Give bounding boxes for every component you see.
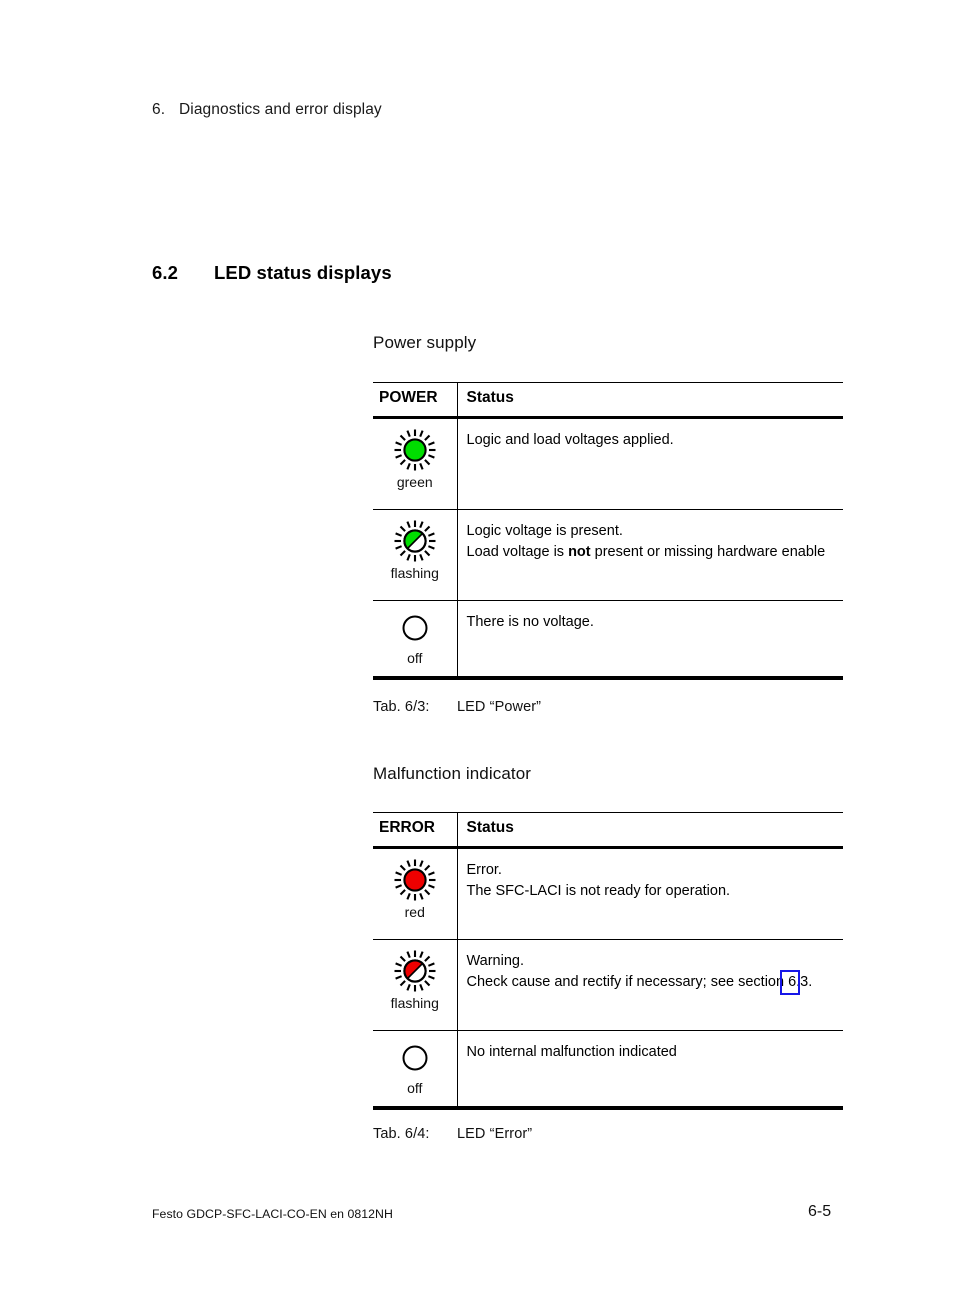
led-indicator: flashing	[373, 510, 457, 600]
status-text-emphasis: not	[568, 543, 591, 560]
table-caption-power: Tab. 6/3: LED “Power”	[373, 699, 541, 715]
led-flashing-red-icon	[394, 950, 436, 992]
table-row: off No internal malfunction indicated	[373, 1030, 843, 1110]
led-indicator: off	[373, 601, 457, 676]
status-line: No internal malfunction indicated	[466, 1044, 677, 1060]
led-indicator-cell: flashing	[373, 939, 458, 1031]
led-lit-red-icon	[394, 859, 436, 901]
column-header-status: Status	[457, 812, 843, 849]
table-row: red Error. The SFC-LACI is not ready for…	[373, 847, 843, 940]
caption-number: Tab. 6/4:	[373, 1126, 430, 1142]
section-title: LED status displays	[214, 262, 392, 283]
led-indicator: off	[373, 1031, 457, 1106]
led-indicator-cell: green	[373, 417, 458, 510]
led-indicator-cell: off	[373, 600, 458, 680]
caption-number: Tab. 6/3:	[373, 699, 430, 715]
status-line: Load voltage is not present or missing h…	[467, 542, 836, 563]
led-state-label: off	[407, 1080, 423, 1096]
running-head-number: 6.	[152, 101, 166, 118]
status-text-pre: Load voltage is	[466, 543, 569, 560]
caption-text: LED “Power”	[457, 699, 542, 715]
status-line: Logic voltage is present.	[466, 523, 623, 539]
running-head-title: Diagnostics and error display	[179, 101, 382, 118]
led-state-label: flashing	[390, 565, 439, 581]
status-line: There is no voltage.	[466, 614, 594, 630]
table-row: flashing Warning. Check cause and rectif…	[373, 939, 843, 1031]
status-cell: Error. The SFC-LACI is not ready for ope…	[457, 847, 843, 940]
table-row: green Logic and load voltages applied.	[373, 417, 843, 510]
cross-reference-link-box[interactable]	[780, 970, 800, 995]
status-text-post: present or missing hardware enable	[590, 543, 826, 560]
table-led-error: ERROR Status red Error. The SFC-LACI is …	[373, 812, 843, 1110]
led-indicator: red	[373, 849, 457, 939]
status-line: Error.	[466, 862, 502, 878]
status-line: Warning.	[466, 953, 524, 969]
sub-heading-malfunction-indicator: Malfunction indicator	[373, 764, 532, 783]
led-off-icon	[402, 1045, 428, 1071]
section-number: 6.2	[152, 262, 179, 283]
led-lit-green-icon	[394, 429, 436, 471]
led-indicator-cell: off	[373, 1030, 458, 1110]
section-heading: 6.2 LED status displays	[152, 262, 392, 284]
document-page: 6. Diagnostics and error display 6.2 LED s…	[0, 0, 954, 1306]
status-cell: No internal malfunction indicated	[457, 1030, 843, 1110]
table-row: flashing Logic voltage is present. Load …	[373, 509, 843, 601]
led-indicator: flashing	[373, 940, 457, 1030]
status-cell: Logic voltage is present. Load voltage i…	[457, 509, 843, 601]
column-header-status: Status	[457, 382, 843, 419]
footer-document-id: Festo GDCP-SFC-LACI-CO-EN en 0812NH	[152, 1207, 393, 1221]
table-row: off There is no voltage.	[373, 600, 843, 680]
status-cell: Logic and load voltages applied.	[457, 417, 843, 510]
table-header-row: ERROR Status	[373, 812, 843, 849]
led-state-label: flashing	[390, 995, 439, 1011]
led-state-label: red	[404, 904, 425, 920]
status-line: Logic and load voltages applied.	[466, 432, 674, 448]
led-indicator-cell: flashing	[373, 509, 458, 601]
led-state-label: off	[407, 650, 423, 666]
footer-page-number: 6-5	[808, 1203, 832, 1220]
table-led-power: POWER Status green Logic and load voltag…	[373, 382, 843, 680]
status-line: The SFC-LACI is not ready for operation.	[466, 882, 731, 899]
table-caption-error: Tab. 6/4: LED “Error”	[373, 1126, 532, 1142]
led-state-label: green	[396, 474, 433, 490]
sub-heading-power-supply: Power supply	[373, 333, 477, 352]
table-header-row: POWER Status	[373, 382, 843, 419]
status-cell: There is no voltage.	[457, 600, 843, 680]
column-header-power: POWER	[373, 382, 458, 419]
column-header-error: ERROR	[373, 812, 458, 849]
caption-text: LED “Error”	[457, 1126, 533, 1142]
led-off-icon	[402, 615, 428, 641]
led-indicator-cell: red	[373, 847, 458, 940]
led-indicator: green	[373, 419, 457, 509]
led-flashing-green-icon	[394, 520, 436, 562]
running-head: 6. Diagnostics and error display	[152, 101, 382, 119]
